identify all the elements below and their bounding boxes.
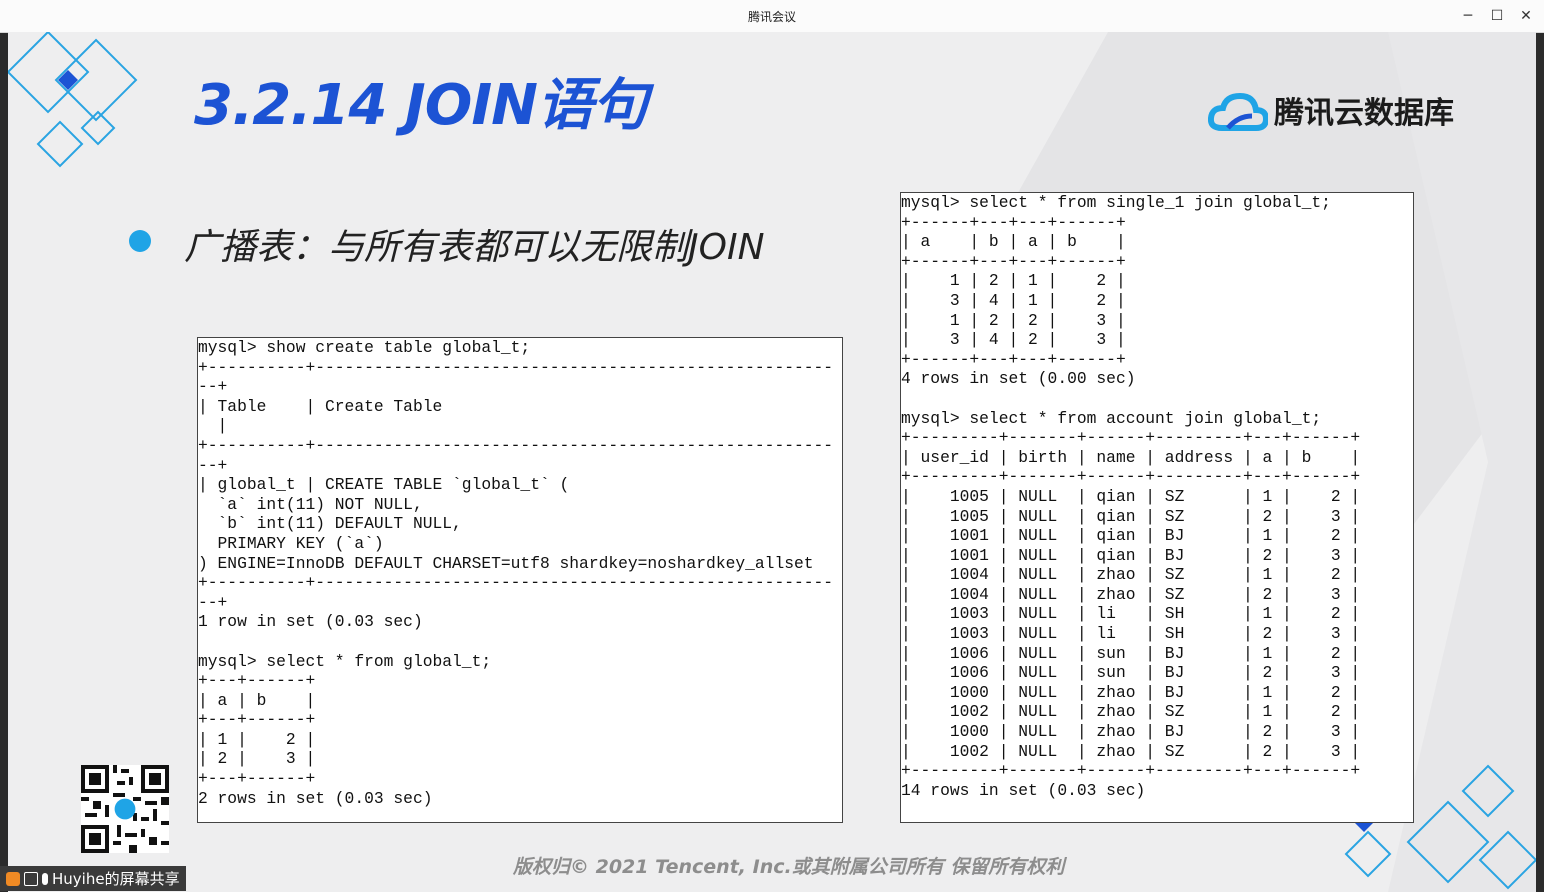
terminal-right-output: mysql> select * from single_1 join globa…: [901, 193, 1413, 800]
terminal-line: +---+------+: [198, 671, 316, 691]
terminal-line: | 1000 | NULL | zhao | BJ | 2 | 3 |: [901, 722, 1361, 742]
screen-icon: [24, 871, 38, 886]
terminal-line: | a | b | a | b |: [901, 232, 1126, 252]
terminal-line: | 3 | 4 | 2 | 3 |: [901, 330, 1126, 350]
terminal-line: 4 rows in set (0.00 sec): [901, 369, 1136, 389]
terminal-line: | 1003 | NULL | li | SH | 2 | 3 |: [901, 624, 1361, 644]
terminal-right: mysql> select * from single_1 join globa…: [900, 192, 1414, 823]
brand-name: 腾讯云数据库: [1274, 96, 1454, 131]
terminal-line: | 1 | 2 |: [198, 729, 316, 749]
terminal-line: +----------+----------------------------…: [198, 357, 834, 377]
terminal-line: --+: [198, 455, 228, 475]
terminal-line: | user_id | birth | name | address | a |…: [901, 447, 1361, 467]
terminal-line: +------+---+---+------+: [901, 349, 1126, 369]
terminal-line: | Table | Create Table: [198, 396, 443, 416]
slide-title: 3.2.14 JOIN语句: [194, 73, 648, 138]
window-title: 腾讯会议: [747, 10, 796, 24]
terminal-line: | 1001 | NULL | qian | BJ | 2 | 3 |: [901, 545, 1361, 565]
terminal-line: | 1003 | NULL | li | SH | 1 | 2 |: [901, 604, 1361, 624]
terminal-line: +----------+----------------------------…: [198, 435, 834, 455]
terminal-line: | 1 | 2 | 1 | 2 |: [901, 271, 1126, 291]
terminal-line: | 1004 | NULL | zhao | SZ | 2 | 3 |: [901, 584, 1361, 604]
presentation-slide: 3.2.14 JOIN语句 腾讯云数据库 广播表：与所有表都可以无限制JOIN …: [8, 32, 1536, 892]
screen-share-bar[interactable]: Huyihe的屏幕共享: [0, 866, 186, 891]
terminal-line: | 1001 | NULL | qian | BJ | 1 | 2 |: [901, 526, 1361, 546]
qr-code-icon: [81, 765, 169, 853]
share-bar-label: Huyihe的屏幕共享: [52, 870, 180, 888]
terminal-line: 2 rows in set (0.03 sec): [198, 788, 433, 808]
decor-diamonds-icon: [8, 32, 138, 168]
maximize-button[interactable]: ☐: [1485, 4, 1509, 28]
terminal-line: PRIMARY KEY (`a`): [198, 533, 384, 553]
terminal-line: mysql> select * from global_t;: [198, 651, 492, 671]
terminal-line: | 1006 | NULL | sun | BJ | 1 | 2 |: [901, 643, 1361, 663]
terminal-line: --+: [198, 377, 228, 397]
terminal-line: | global_t | CREATE TABLE `global_t` (: [198, 475, 570, 495]
terminal-line: ) ENGINE=InnoDB DEFAULT CHARSET=utf8 sha…: [198, 553, 814, 573]
terminal-line: mysql> select * from account join global…: [901, 408, 1322, 428]
terminal-line: 14 rows in set (0.03 sec): [901, 780, 1146, 800]
terminal-line: | a | b |: [198, 690, 316, 710]
terminal-left-output: mysql> show create table global_t; +-----…: [198, 338, 842, 808]
terminal-line: `a` int(11) NOT NULL,: [198, 494, 423, 514]
terminal-line: | 1005 | NULL | qian | SZ | 1 | 2 |: [901, 486, 1361, 506]
terminal-line: +---------+-------+------+---------+---+…: [901, 467, 1361, 487]
terminal-line: +---+------+: [198, 710, 316, 730]
terminal-line: +---------+-------+------+---------+---+…: [901, 761, 1361, 781]
bullet-text: 广播表：与所有表都可以无限制JOIN: [184, 227, 765, 268]
microphone-icon: [42, 872, 48, 885]
terminal-line: | 1000 | NULL | zhao | BJ | 1 | 2 |: [901, 682, 1361, 702]
user-icon: [6, 871, 20, 886]
terminal-line: | 1005 | NULL | qian | SZ | 2 | 3 |: [901, 506, 1361, 526]
cloud-icon: [1208, 92, 1268, 131]
terminal-line: | 2 | 3 |: [198, 749, 316, 769]
terminal-line: | 1 | 2 | 2 | 3 |: [901, 310, 1126, 330]
terminal-line: mysql> select * from single_1 join globa…: [901, 193, 1331, 212]
terminal-line: +---+------+: [198, 769, 316, 789]
copyright-text: 版权归© 2021 Tencent, Inc.或其附属公司所有 保留所有权利: [513, 856, 1065, 878]
bullet-dot-icon: [129, 230, 151, 252]
terminal-line: +------+---+---+------+: [901, 212, 1126, 232]
terminal-line: --+: [198, 592, 228, 612]
terminal-line: +------+---+---+------+: [901, 251, 1126, 271]
terminal-line: | 1004 | NULL | zhao | SZ | 1 | 2 |: [901, 565, 1361, 585]
window-titlebar: 腾讯会议 ─ ☐ ✕: [0, 0, 1544, 33]
terminal-line: +----------+----------------------------…: [198, 573, 834, 593]
terminal-line: |: [198, 416, 228, 436]
terminal-line: +---------+-------+------+---------+---+…: [901, 428, 1361, 448]
minimize-button[interactable]: ─: [1456, 4, 1480, 28]
terminal-line: | 3 | 4 | 1 | 2 |: [901, 290, 1126, 310]
terminal-line: 1 row in set (0.03 sec): [198, 612, 423, 632]
terminal-line: | 1002 | NULL | zhao | SZ | 2 | 3 |: [901, 741, 1361, 761]
terminal-left: mysql> show create table global_t; +-----…: [197, 337, 843, 823]
terminal-line: mysql> show create table global_t;: [198, 338, 531, 357]
close-button[interactable]: ✕: [1514, 4, 1538, 28]
terminal-line: | 1006 | NULL | sun | BJ | 2 | 3 |: [901, 663, 1361, 683]
terminal-line: | 1002 | NULL | zhao | SZ | 1 | 2 |: [901, 702, 1361, 722]
terminal-line: `b` int(11) DEFAULT NULL,: [198, 514, 462, 534]
